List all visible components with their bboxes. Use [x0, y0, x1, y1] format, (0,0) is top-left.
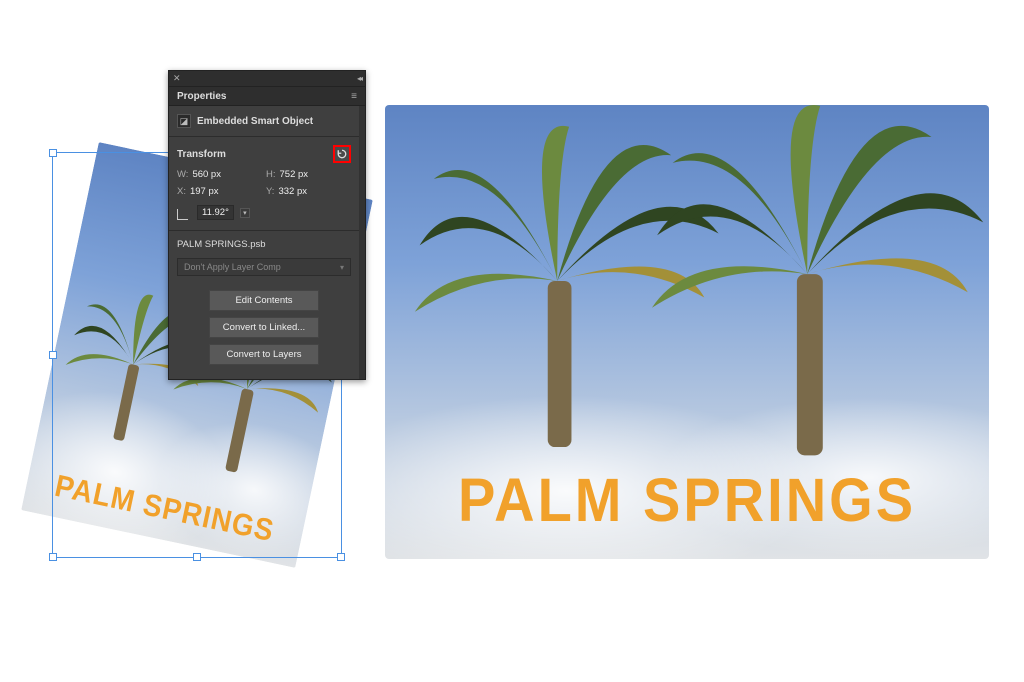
chevron-down-icon: ▾ — [340, 263, 344, 272]
y-field[interactable]: Y: 332 px — [266, 186, 351, 197]
tab-properties[interactable]: Properties — [177, 91, 226, 102]
width-value: 560 px — [192, 169, 221, 180]
x-field[interactable]: X: 197 px — [177, 186, 262, 197]
reset-icon — [336, 148, 348, 160]
height-value: 752 px — [280, 169, 309, 180]
transform-label: Transform — [177, 149, 333, 160]
convert-to-layers-button[interactable]: Convert to Layers — [209, 344, 319, 365]
filename-label: PALM SPRINGS.psb — [169, 231, 359, 254]
rotation-row: 11.92° ▾ — [169, 199, 359, 231]
width-field[interactable]: W: 560 px — [177, 169, 262, 180]
object-type-row: ◪ Embedded Smart Object — [169, 106, 359, 137]
object-type-label: Embedded Smart Object — [197, 116, 313, 127]
reset-transform-button[interactable] — [333, 145, 351, 163]
panel-body: ◪ Embedded Smart Object Transform W: 560… — [169, 106, 365, 379]
transform-grid: W: 560 px H: 752 px X: 197 px Y: 332 px — [169, 167, 359, 199]
artwork-title-large: PALM SPRINGS — [397, 464, 977, 536]
width-label: W: — [177, 169, 188, 180]
convert-to-linked-button[interactable]: Convert to Linked... — [209, 317, 319, 338]
collapse-icon[interactable]: ◂◂ — [357, 74, 361, 83]
edit-contents-button[interactable]: Edit Contents — [209, 290, 319, 311]
panel-header[interactable]: ✕ ◂◂ — [169, 71, 365, 87]
properties-panel: ✕ ◂◂ Properties ≡ ◪ Embedded Smart Objec… — [168, 70, 366, 380]
palm-image-large: PALM SPRINGS — [385, 105, 989, 559]
transform-section-header: Transform — [169, 137, 359, 167]
x-label: X: — [177, 186, 186, 197]
action-buttons: Edit Contents Convert to Linked... Conve… — [169, 286, 359, 379]
y-label: Y: — [266, 186, 274, 197]
handle-top-left[interactable] — [49, 149, 57, 157]
smart-object-icon: ◪ — [177, 114, 191, 128]
angle-icon — [177, 206, 191, 220]
handle-bottom-right[interactable] — [337, 553, 345, 561]
handle-bottom-left[interactable] — [49, 553, 57, 561]
height-field[interactable]: H: 752 px — [266, 169, 351, 180]
palm-tree-right-large — [639, 105, 989, 468]
handle-bottom[interactable] — [193, 553, 201, 561]
x-value: 197 px — [190, 186, 219, 197]
layer-comp-select: Don't Apply Layer Comp ▾ — [177, 258, 351, 276]
rotation-field[interactable]: 11.92° — [197, 205, 234, 220]
panel-tabs: Properties ≡ — [169, 87, 365, 106]
panel-menu-icon[interactable]: ≡ — [351, 91, 357, 102]
rotation-stepper-icon[interactable]: ▾ — [240, 208, 250, 218]
right-preview: PALM SPRINGS — [385, 105, 989, 559]
y-value: 332 px — [278, 186, 307, 197]
close-icon[interactable]: ✕ — [173, 74, 181, 83]
height-label: H: — [266, 169, 276, 180]
layer-comp-placeholder: Don't Apply Layer Comp — [184, 262, 281, 272]
